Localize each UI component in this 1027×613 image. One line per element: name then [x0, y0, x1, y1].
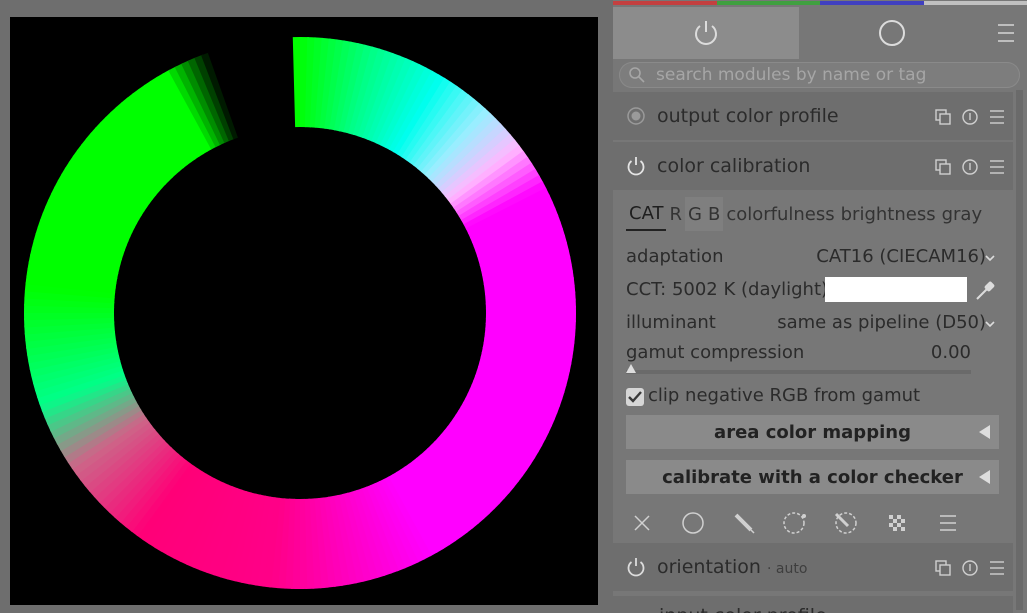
subtab-colorfulness[interactable]: colorfulness — [723, 197, 837, 231]
multi-instance-icon[interactable] — [932, 106, 953, 127]
subtab-brightness[interactable]: brightness — [838, 197, 939, 231]
module-title: output color profile — [657, 105, 839, 127]
presets-menu-icon[interactable] — [986, 156, 1007, 177]
illuminant-color-swatch[interactable] — [825, 277, 967, 302]
panel-scrollbar[interactable] — [1016, 90, 1023, 610]
calibrate-color-checker-button[interactable]: calibrate with a color checker — [626, 460, 999, 494]
image-canvas[interactable] — [10, 17, 598, 605]
module-title: input color profile — [659, 605, 827, 613]
strip-segment — [923, 1, 1027, 5]
multi-instance-icon[interactable] — [932, 557, 953, 578]
clip-negative-label[interactable]: clip negative RGB from gamut — [648, 385, 920, 406]
search-placeholder: search modules by name or tag — [656, 65, 927, 85]
module-header-orientation[interactable]: orientation · auto — [613, 543, 1013, 591]
power-icon[interactable] — [625, 155, 647, 177]
cct-label: CCT: 5002 K (daylight) — [626, 279, 829, 300]
chevron-down-icon[interactable] — [983, 317, 997, 331]
slider-handle[interactable] — [626, 364, 636, 373]
drawn-parametric-icon[interactable] — [824, 504, 868, 542]
adaptation-value: CAT16 (CIECAM16) — [816, 246, 986, 267]
gamut-value: 0.00 — [930, 342, 971, 363]
calibration-subtabs: CAT R G B colorfulness brightness gray — [626, 197, 985, 231]
pencil-icon[interactable] — [722, 504, 766, 542]
orientation-title: orientation — [657, 556, 761, 578]
illuminant-dropdown[interactable]: illuminant same as pipeline (D50) — [626, 312, 986, 333]
module-title: color calibration — [657, 155, 811, 177]
subtab-cat[interactable]: CAT — [626, 197, 667, 231]
module-enabled-dot-icon[interactable] — [625, 105, 647, 127]
presets-menu-icon[interactable] — [986, 106, 1007, 127]
collapse-arrow-icon — [979, 470, 990, 484]
subtab-g[interactable]: G — [685, 197, 705, 231]
subtab-b[interactable]: B — [704, 197, 724, 231]
module-header-color-calibration[interactable]: color calibration — [613, 142, 1013, 190]
adaptation-label: adaptation — [626, 246, 724, 267]
gamut-compression-slider-label[interactable]: gamut compression 0.00 — [626, 342, 971, 363]
strip-segment — [613, 1, 717, 5]
module-header-output-color-profile[interactable]: output color profile — [613, 92, 1013, 140]
circle-icon — [879, 20, 905, 46]
area-color-mapping-label: area color mapping — [714, 421, 911, 443]
adaptation-dropdown[interactable]: adaptation CAT16 (CIECAM16) — [626, 246, 986, 267]
power-icon[interactable] — [625, 556, 647, 578]
collapse-arrow-icon — [979, 425, 990, 439]
module-title: orientation · auto — [657, 556, 807, 578]
reset-icon[interactable] — [959, 156, 980, 177]
tab-presets-menu[interactable] — [985, 7, 1027, 59]
module-group-tabs — [613, 7, 1027, 59]
module-search-box[interactable]: search modules by name or tag — [619, 62, 1020, 88]
search-icon — [629, 67, 645, 83]
module-header-partial[interactable]: input color profile — [613, 596, 1013, 613]
parametric-mask-icon[interactable] — [773, 504, 817, 542]
tab-active-modules[interactable] — [613, 7, 799, 59]
presets-menu-icon[interactable] — [986, 557, 1007, 578]
cct-readout: CCT: 5002 K (daylight) — [626, 279, 829, 300]
calibrate-color-checker-label: calibrate with a color checker — [662, 466, 963, 488]
circle-mask-icon[interactable] — [671, 504, 715, 542]
orientation-subtitle: · auto — [766, 561, 808, 577]
multi-instance-icon[interactable] — [932, 156, 953, 177]
strip-segment — [716, 1, 820, 5]
strip-segment — [820, 1, 924, 5]
clip-negative-checkbox[interactable] — [626, 388, 644, 406]
reset-icon[interactable] — [959, 557, 980, 578]
color-wheel-image — [24, 37, 576, 589]
area-color-mapping-button[interactable]: area color mapping — [626, 415, 999, 449]
subtab-gray[interactable]: gray — [939, 197, 986, 231]
gamut-label: gamut compression — [626, 342, 805, 363]
checkmark-icon — [628, 391, 642, 403]
chevron-down-icon[interactable] — [983, 251, 997, 265]
hamburger-menu-icon — [998, 24, 1014, 42]
tab-base-modules[interactable] — [799, 7, 985, 59]
illuminant-label: illuminant — [626, 312, 716, 333]
raster-mask-icon[interactable] — [875, 504, 919, 542]
top-color-strip — [613, 0, 1027, 7]
color-calibration-body: CAT R G B colorfulness brightness gray a… — [613, 192, 1013, 504]
illuminant-value: same as pipeline (D50) — [777, 312, 986, 333]
blend-mask-toolbar — [613, 504, 1013, 542]
subtab-r[interactable]: R — [666, 197, 685, 231]
power-icon — [695, 21, 717, 45]
reset-icon[interactable] — [959, 106, 980, 127]
close-icon[interactable] — [620, 504, 664, 542]
gamut-compression-slider[interactable] — [626, 370, 971, 374]
right-panel: search modules by name or tag output col… — [613, 0, 1027, 613]
menu-icon[interactable] — [926, 504, 970, 542]
color-picker-icon[interactable] — [973, 279, 997, 303]
